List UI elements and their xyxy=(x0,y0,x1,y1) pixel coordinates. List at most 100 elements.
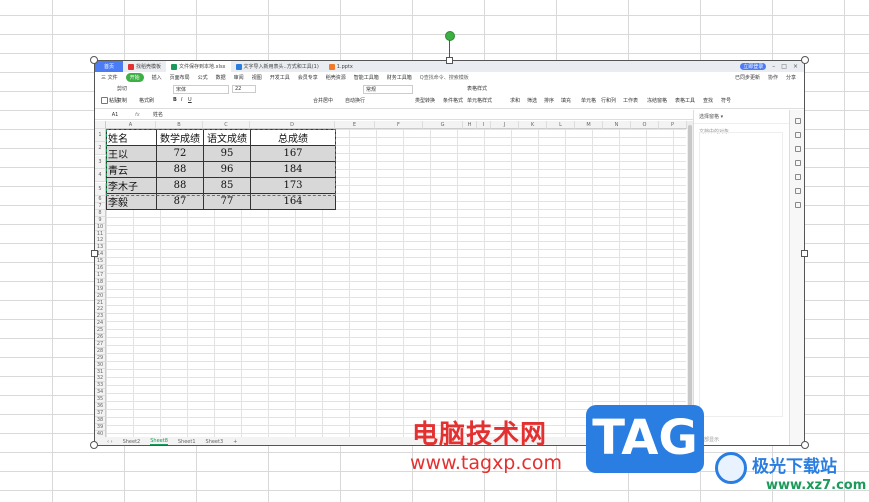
sheet-nav-icon[interactable]: ‹ › xyxy=(107,439,113,445)
symbol-button[interactable]: 符号 xyxy=(721,97,731,104)
cell-button[interactable]: 单元格 xyxy=(581,97,596,104)
close-icon[interactable]: × xyxy=(793,63,798,70)
embedded-screenshot-frame[interactable]: 首页 找稻壳模板 文件保存到本地.xlsx 文字导入新用表头..方式和工具(1)… xyxy=(94,60,805,446)
column-header[interactable]: D xyxy=(250,121,335,129)
italic-button[interactable]: I xyxy=(181,97,182,103)
number-format-select[interactable]: 常规 xyxy=(363,85,413,94)
column-header[interactable]: E xyxy=(335,121,375,129)
tab-home[interactable]: 首页 xyxy=(95,61,123,72)
menu-page-layout[interactable]: 页面布局 xyxy=(170,74,190,81)
row-header[interactable]: 4 xyxy=(95,169,106,183)
row-header[interactable]: 2 xyxy=(95,142,106,156)
conditional-format-button[interactable]: 条件格式 xyxy=(443,97,463,104)
menu-start[interactable]: 开始 xyxy=(125,73,144,82)
row-header[interactable]: 5 xyxy=(95,182,106,196)
sheet-tab-active[interactable]: Sheet8 xyxy=(150,438,168,445)
maximize-icon[interactable]: □ xyxy=(781,63,787,70)
column-header[interactable]: C xyxy=(203,121,250,129)
freeze-panes-button[interactable]: 冻结窗格 xyxy=(647,97,667,104)
name-box[interactable]: A1 xyxy=(95,112,135,118)
cut-button[interactable]: 剪切 xyxy=(117,85,127,92)
cursor-icon[interactable] xyxy=(794,132,801,138)
table-style-button[interactable]: 表格样式 xyxy=(467,85,487,92)
scroll-thumb[interactable] xyxy=(688,125,692,425)
font-family-select[interactable]: 宋体 xyxy=(173,85,229,94)
add-sheet-icon[interactable]: + xyxy=(233,439,237,445)
menu-data[interactable]: 数据 xyxy=(216,74,226,81)
formula-input[interactable]: 姓名 xyxy=(149,111,163,118)
menu-finance-tools[interactable]: 财务工具箱 xyxy=(387,74,412,81)
column-header[interactable]: P xyxy=(659,121,687,129)
menu-member[interactable]: 会员专享 xyxy=(298,74,318,81)
column-header[interactable]: B xyxy=(156,121,203,129)
file-menu[interactable]: 三 文件 xyxy=(101,74,118,81)
menu-insert[interactable]: 插入 xyxy=(152,74,162,81)
resize-handle-right[interactable] xyxy=(801,250,808,257)
column-header[interactable]: N xyxy=(603,121,631,129)
copy-button[interactable]: 复制 xyxy=(117,97,127,104)
sheet-tab[interactable]: Sheet3 xyxy=(206,439,224,445)
tab-xlsx[interactable]: 文件保存到本地.xlsx xyxy=(166,61,231,72)
type-convert-button[interactable]: 类型转换 xyxy=(415,97,435,104)
sidebar-tool-icon[interactable] xyxy=(794,188,801,194)
spreadsheet-area[interactable]: ABCDEFGHIJKLMNOP 1 2 3 4 5 6 7 8 9 10 11 12 13 14 15 16… xyxy=(95,121,687,437)
resize-handle-br[interactable] xyxy=(801,441,809,449)
column-header[interactable]: I xyxy=(477,121,491,129)
fx-icon[interactable]: fx xyxy=(135,112,149,118)
table-tools-button[interactable]: 表格工具 xyxy=(675,97,695,104)
sheet-tab[interactable]: Sheet2 xyxy=(123,439,141,445)
tab-doc[interactable]: 文字导入新用表头..方式和工具(1) xyxy=(231,61,324,72)
command-search[interactable]: Q查找命令、搜索模板 xyxy=(420,74,469,81)
menu-smart-tools[interactable]: 智能工具箱 xyxy=(354,74,379,81)
resize-handle-top[interactable] xyxy=(446,57,453,64)
find-button[interactable]: 查找 xyxy=(703,97,713,104)
share-button[interactable]: 分享 xyxy=(786,74,796,81)
wrap-text-button[interactable]: 自动换行 xyxy=(345,97,365,104)
resize-handle-tr[interactable] xyxy=(801,56,809,64)
format-painter-button[interactable]: 格式刷 xyxy=(139,97,154,104)
login-button[interactable]: 立即登录 xyxy=(740,63,767,70)
resize-handle-tl[interactable] xyxy=(90,56,98,64)
help-icon[interactable] xyxy=(794,202,801,208)
column-header[interactable]: F xyxy=(375,121,423,129)
column-header[interactable]: H xyxy=(463,121,477,129)
column-header[interactable]: K xyxy=(519,121,547,129)
sidebar-tool-icon[interactable] xyxy=(794,118,801,124)
sidebar-tool-icon[interactable] xyxy=(794,160,801,166)
column-header[interactable]: M xyxy=(575,121,603,129)
sync-status[interactable]: 已同步更新 xyxy=(735,74,760,81)
resize-handle-left[interactable] xyxy=(91,250,98,257)
menu-developer[interactable]: 开发工具 xyxy=(270,74,290,81)
sum-button[interactable]: 求和 xyxy=(510,97,520,104)
row-col-button[interactable]: 行和列 xyxy=(601,97,616,104)
cell-style-button[interactable]: 单元格样式 xyxy=(467,97,492,104)
select-all-corner[interactable] xyxy=(95,121,106,129)
menu-view[interactable]: 视图 xyxy=(252,74,262,81)
sidebar-tool-icon[interactable] xyxy=(794,146,801,152)
font-size-select[interactable]: 22 xyxy=(232,85,256,93)
tab-pptx[interactable]: 1.pptx xyxy=(324,61,358,72)
filter-button[interactable]: 筛选 xyxy=(527,97,537,104)
column-header[interactable]: J xyxy=(491,121,519,129)
fill-button[interactable]: 填充 xyxy=(561,97,571,104)
menu-docer[interactable]: 稻壳资源 xyxy=(326,74,346,81)
column-header[interactable]: L xyxy=(547,121,575,129)
menu-review[interactable]: 审阅 xyxy=(234,74,244,81)
object-list[interactable] xyxy=(699,132,783,417)
column-header[interactable]: G xyxy=(423,121,463,129)
merge-center-button[interactable]: 合并居中 xyxy=(313,97,333,104)
sort-button[interactable]: 排序 xyxy=(544,97,554,104)
collab-button[interactable]: 协作 xyxy=(768,74,778,81)
column-header[interactable]: A xyxy=(106,121,156,129)
sidebar-tool-icon[interactable] xyxy=(794,174,801,180)
tab-template[interactable]: 找稻壳模板 xyxy=(123,61,166,72)
minimize-icon[interactable]: – xyxy=(772,63,775,70)
worksheet-button[interactable]: 工作表 xyxy=(623,97,638,104)
pane-title[interactable]: 选择窗格 ▾ xyxy=(694,110,789,124)
menu-formulas[interactable]: 公式 xyxy=(198,74,208,81)
column-header[interactable]: O xyxy=(631,121,659,129)
row-header[interactable]: 3 xyxy=(95,155,106,169)
bold-button[interactable]: B xyxy=(173,97,177,103)
rotate-handle[interactable] xyxy=(445,31,455,41)
underline-button[interactable]: U xyxy=(188,97,192,103)
